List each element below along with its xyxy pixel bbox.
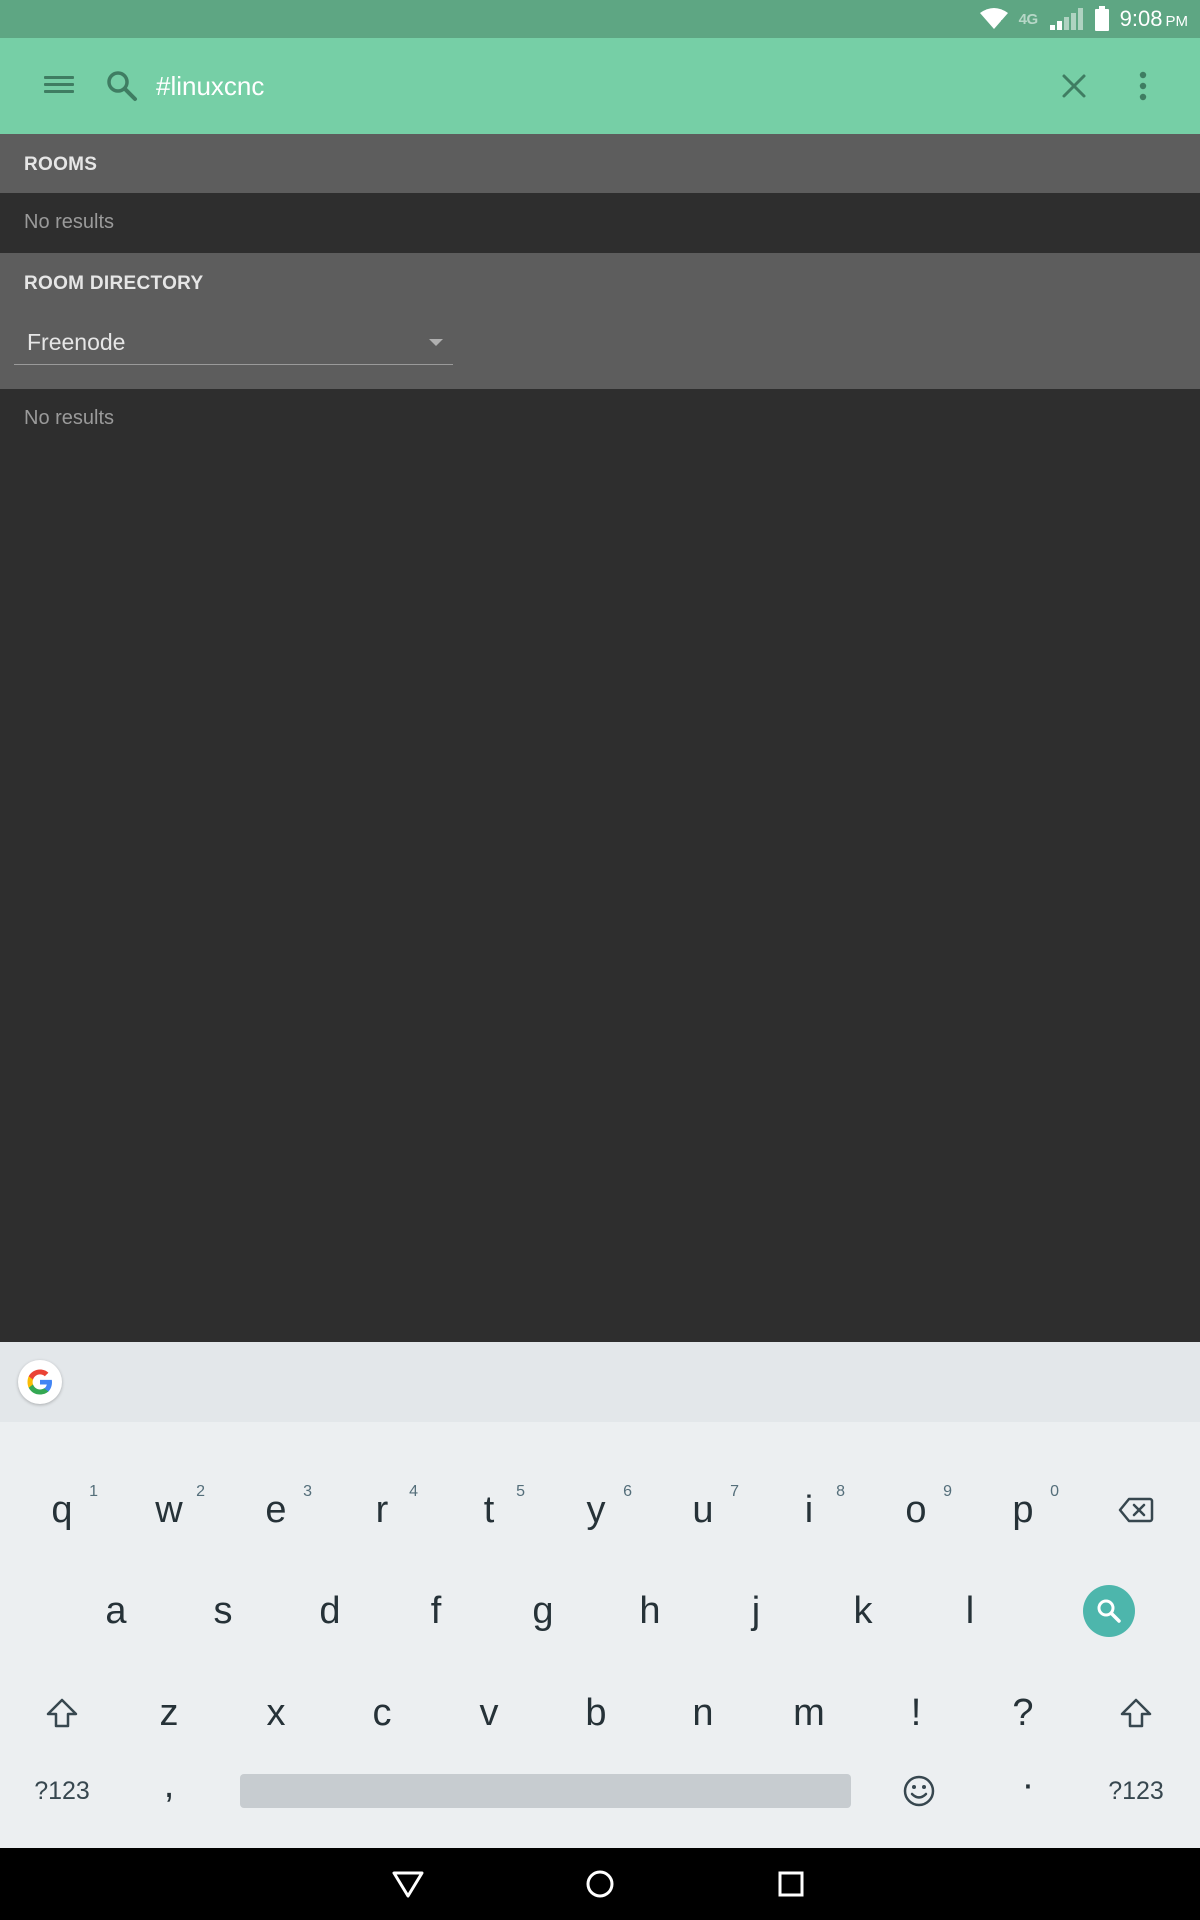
key-y[interactable]: y6 — [546, 1465, 646, 1555]
network-type-label: 4G — [1018, 10, 1039, 28]
key-q[interactable]: q1 — [12, 1465, 112, 1555]
menu-icon[interactable] — [44, 72, 76, 100]
keyboard-suggestion-strip — [0, 1342, 1200, 1422]
key-m[interactable]: m — [759, 1668, 859, 1758]
key-w[interactable]: w2 — [119, 1465, 219, 1555]
key-p[interactable]: p0 — [973, 1465, 1073, 1555]
home-icon[interactable] — [578, 1862, 622, 1906]
search-key[interactable] — [1059, 1566, 1159, 1656]
search-icon — [107, 71, 137, 101]
key-c[interactable]: c — [332, 1668, 432, 1758]
key-a[interactable]: a — [66, 1566, 166, 1656]
key-period[interactable]: · — [978, 1740, 1078, 1830]
key-g[interactable]: g — [493, 1566, 593, 1656]
symbols-key-right[interactable]: ?123 — [1086, 1746, 1186, 1836]
key-i[interactable]: i8 — [759, 1465, 859, 1555]
key-x[interactable]: x — [226, 1668, 326, 1758]
key-k[interactable]: k — [813, 1566, 913, 1656]
server-dropdown-value: Freenode — [27, 329, 126, 355]
wifi-icon — [979, 8, 1008, 29]
symbols-key[interactable]: ?123 — [12, 1746, 112, 1836]
recents-icon[interactable] — [769, 1862, 813, 1906]
key-s[interactable]: s — [173, 1566, 273, 1656]
key-exclamation[interactable]: ! — [866, 1668, 966, 1758]
battery-icon — [1094, 6, 1109, 31]
key-d[interactable]: d — [280, 1566, 380, 1656]
shift-icon-right[interactable] — [1086, 1668, 1186, 1758]
key-j[interactable]: j — [706, 1566, 806, 1656]
key-t[interactable]: t5 — [439, 1465, 539, 1555]
key-u[interactable]: u7 — [653, 1465, 753, 1555]
status-bar: 4G 9:08 PM — [0, 0, 1200, 38]
chevron-down-icon — [429, 339, 443, 346]
search-key-icon — [1083, 1585, 1135, 1637]
shift-icon[interactable] — [12, 1668, 112, 1758]
close-icon[interactable] — [1056, 66, 1092, 106]
search-input[interactable] — [156, 64, 1026, 108]
signal-icon — [1049, 8, 1083, 30]
key-l[interactable]: l — [920, 1566, 1020, 1656]
rooms-section-header: ROOMS — [0, 134, 1200, 193]
backspace-icon[interactable] — [1086, 1465, 1186, 1555]
search-toolbar — [0, 38, 1200, 134]
google-icon[interactable] — [18, 1360, 62, 1404]
navigation-bar — [0, 1848, 1200, 1920]
key-h[interactable]: h — [600, 1566, 700, 1656]
key-o[interactable]: o9 — [866, 1465, 966, 1555]
emoji-icon[interactable] — [869, 1746, 969, 1836]
back-icon[interactable] — [386, 1862, 430, 1906]
rooms-empty-text: No results — [24, 211, 115, 233]
key-e[interactable]: e3 — [226, 1465, 326, 1555]
key-r[interactable]: r4 — [332, 1465, 432, 1555]
keyboard: q1 w2 e3 r4 t5 y6 u7 i8 o9 p0 a s d f g … — [0, 1422, 1200, 1848]
room-directory-title: ROOM DIRECTORY — [24, 273, 204, 294]
more-vert-icon[interactable] — [1128, 66, 1158, 106]
clock: 9:08 PM — [1119, 6, 1188, 31]
key-f[interactable]: f — [386, 1566, 486, 1656]
server-dropdown[interactable]: Freenode — [14, 321, 453, 365]
room-directory-section-header: ROOM DIRECTORY Freenode — [0, 253, 1200, 389]
spacebar[interactable] — [240, 1774, 851, 1808]
status-icons: 4G 9:08 PM — [979, 0, 1188, 38]
key-n[interactable]: n — [653, 1668, 753, 1758]
key-comma[interactable]: , — [119, 1740, 219, 1830]
key-v[interactable]: v — [439, 1668, 539, 1758]
rooms-title: ROOMS — [24, 154, 98, 175]
room-directory-empty-text: No results — [24, 407, 115, 429]
key-b[interactable]: b — [546, 1668, 646, 1758]
